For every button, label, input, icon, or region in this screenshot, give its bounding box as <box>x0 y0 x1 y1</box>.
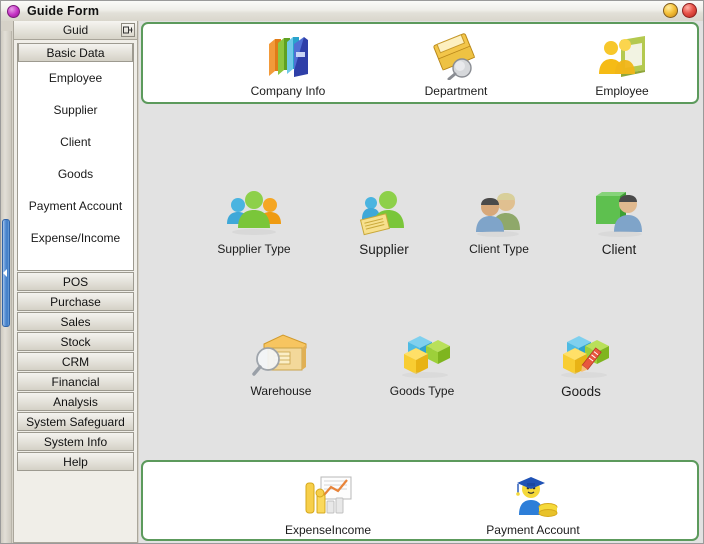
close-button[interactable] <box>682 3 697 18</box>
sidebar-item-supplier[interactable]: Supplier <box>18 94 133 126</box>
sidebar-header-title: Guid <box>62 23 89 37</box>
boxes-pen-icon <box>526 328 636 380</box>
top-panel: Company Info Department Employee <box>141 22 699 104</box>
sidebar-group-financial[interactable]: Financial <box>17 372 134 391</box>
warehouse-magnifier-icon <box>226 328 336 380</box>
tile-client[interactable]: Client <box>564 186 674 257</box>
sidebar-item-employee[interactable]: Employee <box>18 62 133 94</box>
main-work-area: Company Info Department Employee Supplie… <box>139 21 703 543</box>
sidebar-active-group-panel: Basic Data Employee Supplier Client Good… <box>17 43 134 271</box>
sidebar-group-stock[interactable]: Stock <box>17 332 134 351</box>
people-book-icon <box>567 28 677 80</box>
sidebar-splitter[interactable] <box>1 31 12 543</box>
minimize-button[interactable] <box>663 3 678 18</box>
window-title: Guide Form <box>27 4 100 18</box>
chart-bars-icon <box>273 467 383 519</box>
books-stack-icon <box>233 28 343 80</box>
tile-goods[interactable]: Goods <box>526 328 636 399</box>
boxes-icon <box>367 328 477 380</box>
tile-label: Warehouse <box>250 384 312 398</box>
sidebar-header: Guid <box>14 21 137 40</box>
sidebar-group-sales[interactable]: Sales <box>17 312 134 331</box>
tile-label: Employee <box>595 84 649 98</box>
tile-company-info[interactable]: Company Info <box>233 28 343 98</box>
tile-label: Goods <box>561 384 601 399</box>
tile-client-type[interactable]: Client Type <box>444 186 554 256</box>
tile-department[interactable]: Department <box>401 28 511 98</box>
tile-label: ExpenseIncome <box>284 523 372 537</box>
sidebar-item-payment-account[interactable]: Payment Account <box>18 190 133 222</box>
folder-magnifier-icon <box>401 28 511 80</box>
sidebar-group-crm[interactable]: CRM <box>17 352 134 371</box>
people-document-icon <box>329 186 439 238</box>
collapse-arrow-icon[interactable] <box>3 269 7 277</box>
sidebar-item-client[interactable]: Client <box>18 126 133 158</box>
sidebar-group-basic-data[interactable]: Basic Data <box>18 44 133 62</box>
tile-employee[interactable]: Employee <box>567 28 677 98</box>
title-bar: Guide Form <box>1 1 703 22</box>
tile-label: Supplier Type <box>217 242 291 256</box>
tile-label: Goods Type <box>389 384 455 398</box>
tile-supplier[interactable]: Supplier <box>329 186 439 257</box>
tile-label: Department <box>424 84 488 98</box>
middle-panel: Supplier Type Supplier Client Type Clien… <box>139 106 703 458</box>
bottom-panel: ExpenseIncome Payment Account <box>141 460 699 541</box>
tile-warehouse[interactable]: Warehouse <box>226 328 336 398</box>
tile-label: Payment Account <box>486 523 580 537</box>
window-controls <box>663 3 697 18</box>
tile-label: Client <box>601 242 637 257</box>
sidebar-group-system-safeguard[interactable]: System Safeguard <box>17 412 134 431</box>
tile-label: Supplier <box>359 242 409 257</box>
sidebar-group-purchase[interactable]: Purchase <box>17 292 134 311</box>
app-icon <box>7 4 20 18</box>
sidebar-group-system-info[interactable]: System Info <box>17 432 134 451</box>
sidebar-group-help[interactable]: Help <box>17 452 134 471</box>
sidebar: Guid Basic Data Employee Supplier Client… <box>13 21 138 543</box>
two-persons-icon <box>444 186 554 238</box>
tile-expense-income[interactable]: ExpenseIncome <box>273 467 383 537</box>
tile-payment-account[interactable]: Payment Account <box>478 467 588 537</box>
sidebar-collapsed-groups: POS Purchase Sales Stock CRM Financial A… <box>17 272 134 472</box>
tile-supplier-type[interactable]: Supplier Type <box>199 186 309 256</box>
pin-dock-icon[interactable] <box>121 23 135 37</box>
sidebar-item-expense-income[interactable]: Expense/Income <box>18 222 133 254</box>
people-group-icon <box>199 186 309 238</box>
tile-label: Client Type <box>469 242 529 256</box>
guide-form-window: Guide Form Guid Basic Data Employee Supp… <box>0 0 704 544</box>
sidebar-group-pos[interactable]: POS <box>17 272 134 291</box>
person-board-icon <box>564 186 674 238</box>
window-content: Guid Basic Data Employee Supplier Client… <box>1 21 703 543</box>
graduate-coins-icon <box>478 467 588 519</box>
sidebar-group-analysis[interactable]: Analysis <box>17 392 134 411</box>
sidebar-item-goods[interactable]: Goods <box>18 158 133 190</box>
tile-goods-type[interactable]: Goods Type <box>367 328 477 398</box>
tile-label: Company Info <box>250 84 326 98</box>
